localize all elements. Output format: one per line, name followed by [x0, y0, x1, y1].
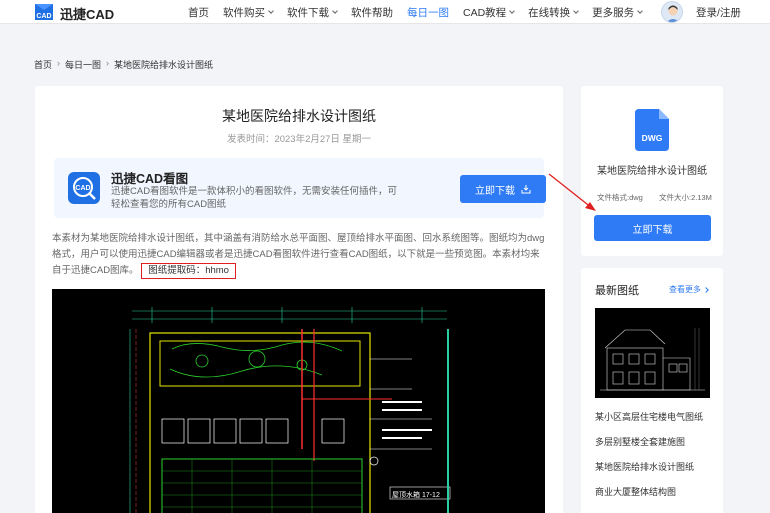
- nav-purchase[interactable]: 软件购买: [223, 5, 274, 20]
- nav-more-services[interactable]: 更多服务: [592, 5, 644, 20]
- chevron-right-icon: [703, 286, 709, 293]
- cad-viewer-app-icon: CAD: [68, 172, 100, 204]
- latest-item[interactable]: 多层别墅楼全套建施图: [595, 435, 685, 448]
- breadcrumb-home[interactable]: 首页: [34, 58, 52, 71]
- promo-download-button[interactable]: 立即下载: [460, 175, 546, 203]
- cad-logo-icon[interactable]: CAD: [33, 1, 55, 23]
- download-file-title: 某地医院给排水设计图纸: [597, 166, 707, 177]
- breadcrumb-section[interactable]: 每日一图: [65, 58, 101, 71]
- dwg-file-icon: DWG: [635, 109, 669, 151]
- main-nav: 首页 软件购买 软件下载 软件帮助 每日一图 CAD教程 在线转换 更多服务: [188, 0, 656, 24]
- nav-help[interactable]: 软件帮助: [351, 5, 393, 20]
- svg-text:CAD: CAD: [75, 185, 90, 192]
- latest-drawings-card: 最新图纸 查看更多 某小区高层住宅楼电气图纸 多层别墅楼全套建施图 某地医院给排…: [581, 268, 723, 513]
- brand-name[interactable]: 迅捷CAD: [60, 4, 114, 23]
- chevron-down-icon: [637, 7, 644, 14]
- download-card: DWG 某地医院给排水设计图纸 文件格式:dwg 文件大小:2.13M 立即下载: [581, 86, 723, 256]
- latest-drawing-thumbnail[interactable]: [595, 308, 710, 398]
- chevron-down-icon: [332, 7, 338, 14]
- article-title: 某地医院给排水设计图纸: [222, 108, 376, 124]
- promo-banner: CAD 迅捷CAD看图 迅捷CAD看图软件是一款体积小的看图软件，无需安装任何插…: [54, 158, 546, 218]
- villa-drawing-image: [595, 308, 710, 398]
- cad-drawing-preview[interactable]: 屋顶水箱 17-12: [52, 289, 545, 513]
- view-more-link[interactable]: 查看更多: [669, 284, 709, 295]
- chevron-down-icon: [573, 7, 580, 14]
- promo-description: 迅捷CAD看图软件是一款体积小的看图软件，无需安装任何插件，可轻松查看您的所有C…: [111, 186, 398, 210]
- breadcrumb-current: 某地医院给排水设计图纸: [114, 60, 214, 70]
- download-icon: [521, 185, 531, 194]
- extraction-code: 图纸提取码：hhmo: [141, 263, 236, 279]
- cad-drawing-image: 屋顶水箱 17-12: [52, 289, 545, 513]
- file-size: 文件大小:2.13M: [659, 193, 712, 202]
- latest-item[interactable]: 某小区高层住宅楼电气图纸: [595, 410, 703, 423]
- drawing-label: 屋顶水箱 17-12: [392, 490, 440, 499]
- breadcrumb-separator: ›: [106, 58, 110, 68]
- breadcrumb: 首页 › 每日一图 › 某地医院给排水设计图纸: [34, 58, 213, 71]
- nav-download[interactable]: 软件下载: [287, 5, 338, 20]
- svg-text:DWG: DWG: [642, 133, 663, 143]
- top-header: CAD 迅捷CAD 首页 软件购买 软件下载 软件帮助 每日一图 CAD教程 在…: [0, 0, 770, 24]
- latest-heading: 最新图纸: [595, 285, 639, 297]
- sidebar-download-button[interactable]: 立即下载: [594, 215, 711, 241]
- login-register-link[interactable]: 登录/注册: [696, 5, 741, 20]
- svg-text:CAD: CAD: [36, 13, 51, 20]
- user-avatar-icon: [666, 5, 680, 22]
- latest-item[interactable]: 某地医院给排水设计图纸: [595, 460, 694, 473]
- nav-home[interactable]: 首页: [188, 5, 209, 20]
- chevron-down-icon: [268, 7, 274, 14]
- latest-item[interactable]: 商业大厦整体结构图: [595, 485, 676, 498]
- breadcrumb-separator: ›: [57, 58, 61, 68]
- article-body: 本素材为某地医院给排水设计图纸，其中涵盖有消防给水总平面图、屋顶给排水平面图、回…: [52, 231, 547, 279]
- nav-tutorial[interactable]: CAD教程: [463, 5, 516, 20]
- nav-online-convert[interactable]: 在线转换: [528, 5, 580, 20]
- article-card: 某地医院给排水设计图纸 发表时间：2023年2月27日 星期一 CAD 迅捷CA…: [35, 86, 563, 513]
- nav-daily-drawing[interactable]: 每日一图: [407, 5, 449, 20]
- chevron-down-icon: [509, 7, 516, 14]
- user-avatar[interactable]: [661, 1, 683, 23]
- article-date: 发表时间：2023年2月27日 星期一: [226, 134, 372, 145]
- file-format: 文件格式:dwg: [597, 193, 643, 202]
